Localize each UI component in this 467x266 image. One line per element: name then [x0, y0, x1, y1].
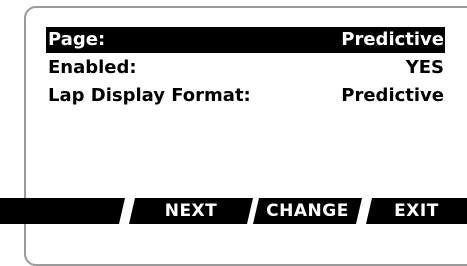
softkey-label: EXIT — [394, 201, 439, 221]
menu-row-enabled[interactable]: Enabled: YES — [46, 55, 445, 81]
lcd-screen: Page: Predictive Enabled: YES Lap Displa… — [0, 0, 467, 244]
next-button[interactable]: NEXT — [129, 198, 253, 224]
menu-row-lap-display-format[interactable]: Lap Display Format: Predictive — [46, 83, 445, 109]
exit-button[interactable]: EXIT — [366, 198, 467, 224]
menu-row-value: Predictive — [341, 85, 444, 106]
menu-row-value: YES — [405, 57, 444, 78]
menu-row-page[interactable]: Page: Predictive — [46, 27, 445, 53]
change-button[interactable]: CHANGE — [253, 198, 362, 224]
menu-row-value: Predictive — [341, 29, 444, 50]
softkey-label: CHANGE — [266, 201, 349, 221]
softkey-bar: NEXT CHANGE EXIT — [0, 198, 467, 224]
menu-row-label: Page: — [48, 29, 106, 50]
menu-row-label: Lap Display Format: — [48, 85, 251, 106]
menu-row-label: Enabled: — [48, 57, 137, 78]
softkey-label: NEXT — [164, 201, 218, 221]
softkey-1-blank[interactable] — [0, 198, 125, 224]
